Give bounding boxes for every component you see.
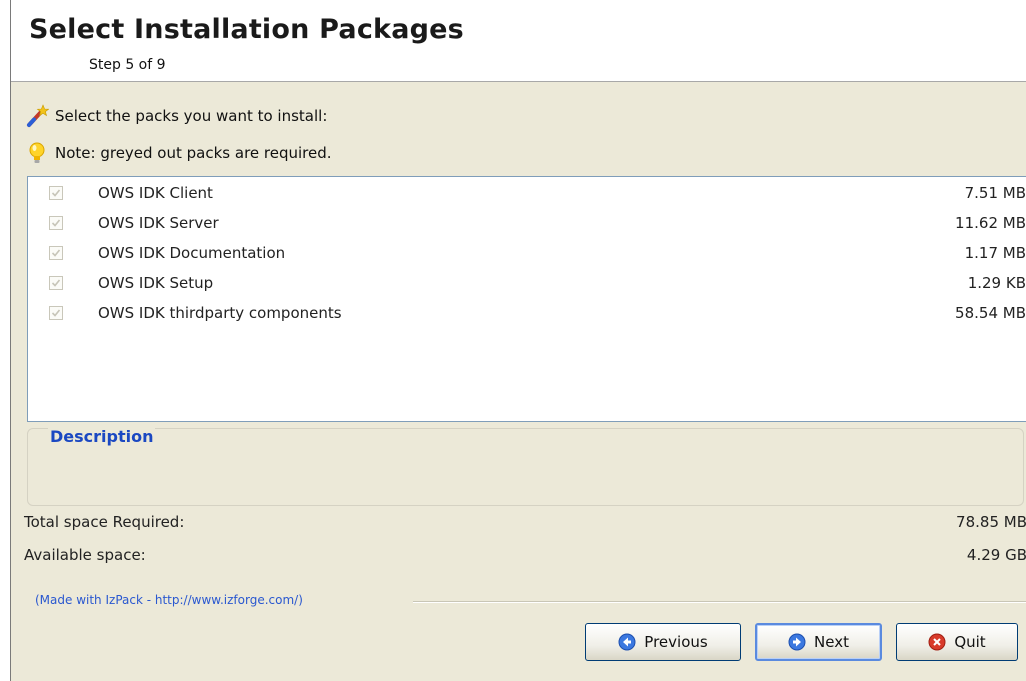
installer-window: Select Installation Packages Step 5 of 9…	[10, 0, 1026, 681]
next-button[interactable]: Next	[755, 623, 882, 661]
pack-list[interactable]: OWS IDK Client 7.51 MB OWS IDK Server 11…	[27, 176, 1026, 422]
description-title: Description	[48, 427, 156, 446]
pack-size: 7.51 MB	[964, 184, 1026, 202]
quit-icon	[928, 633, 946, 651]
footer-divider	[413, 601, 1026, 603]
required-note: Note: greyed out packs are required.	[25, 140, 332, 166]
select-instruction: Select the packs you want to install:	[25, 103, 327, 129]
pack-row[interactable]: OWS IDK thirdparty components 58.54 MB	[28, 299, 1026, 329]
izpack-credit: (Made with IzPack - http://www.izforge.c…	[35, 593, 303, 607]
pack-size: 11.62 MB	[955, 214, 1026, 232]
pack-row[interactable]: OWS IDK Documentation 1.17 MB	[28, 239, 1026, 269]
total-space-label: Total space Required:	[24, 513, 185, 531]
pack-size: 1.29 KB	[967, 274, 1026, 292]
pack-checkbox[interactable]	[49, 246, 63, 260]
pack-size: 1.17 MB	[964, 244, 1026, 262]
quit-button[interactable]: Quit	[896, 623, 1018, 661]
required-note-text: Note: greyed out packs are required.	[55, 144, 332, 162]
lightbulb-icon	[25, 141, 49, 165]
pack-row[interactable]: OWS IDK Client 7.51 MB	[28, 179, 1026, 209]
pack-name: OWS IDK Documentation	[98, 244, 286, 262]
step-indicator: Step 5 of 9	[89, 57, 166, 73]
previous-button[interactable]: Previous	[585, 623, 741, 661]
quit-button-label: Quit	[954, 633, 986, 651]
pack-name: OWS IDK Client	[98, 184, 213, 202]
wand-icon	[25, 104, 50, 128]
previous-button-label: Previous	[644, 633, 708, 651]
pack-name: OWS IDK thirdparty components	[98, 304, 342, 322]
pack-name: OWS IDK Server	[98, 214, 219, 232]
pack-size: 58.54 MB	[955, 304, 1026, 322]
arrow-left-icon	[618, 633, 636, 651]
header-panel: Select Installation Packages Step 5 of 9	[11, 0, 1026, 82]
available-space-label: Available space:	[24, 546, 146, 564]
total-space-row: Total space Required: 78.85 MB	[24, 513, 1026, 535]
pack-name: OWS IDK Setup	[98, 274, 214, 292]
pack-checkbox[interactable]	[49, 276, 63, 290]
available-space-row: Available space: 4.29 GB	[24, 546, 1026, 568]
pack-row[interactable]: OWS IDK Server 11.62 MB	[28, 209, 1026, 239]
next-button-label: Next	[814, 633, 849, 651]
select-instruction-text: Select the packs you want to install:	[55, 107, 328, 125]
page-title: Select Installation Packages	[29, 14, 464, 45]
pack-checkbox[interactable]	[49, 186, 63, 200]
pack-checkbox[interactable]	[49, 216, 63, 230]
description-panel: Description	[27, 427, 1024, 506]
pack-row[interactable]: OWS IDK Setup 1.29 KB	[28, 269, 1026, 299]
total-space-value: 78.85 MB	[956, 513, 1026, 531]
pack-checkbox[interactable]	[49, 306, 63, 320]
available-space-value: 4.29 GB	[966, 546, 1026, 564]
arrow-right-icon	[788, 633, 806, 651]
